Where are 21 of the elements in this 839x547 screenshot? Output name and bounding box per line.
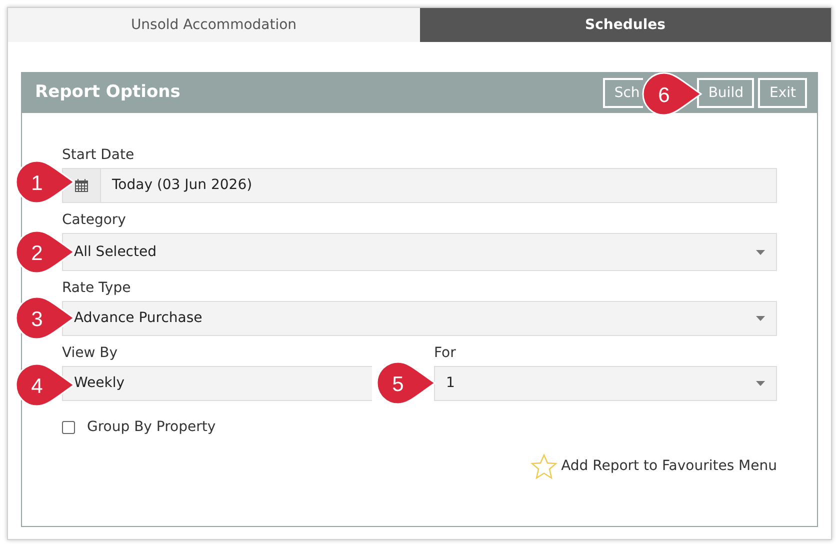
calendar-icon bbox=[75, 179, 88, 192]
field-label: For bbox=[434, 344, 456, 363]
caret-icon bbox=[756, 250, 765, 254]
dropdown[interactable]: Weekly bbox=[62, 366, 372, 401]
date-field[interactable]: Today (03 Jun 2026) bbox=[101, 168, 777, 203]
checkbox[interactable] bbox=[62, 421, 75, 434]
dropdown[interactable]: All Selected bbox=[62, 233, 777, 271]
tab[interactable]: Schedules bbox=[420, 8, 831, 42]
dropdown[interactable]: 1 bbox=[434, 366, 777, 401]
panel-title: Report Options bbox=[35, 81, 180, 104]
field-label: Rate Type bbox=[62, 279, 131, 298]
tab[interactable]: Unsold Accommodation bbox=[8, 8, 420, 42]
favourites-link[interactable]: Add Report to Favourites Menu bbox=[561, 456, 777, 477]
dropdown[interactable]: Advance Purchase bbox=[62, 301, 777, 336]
caret-icon bbox=[756, 316, 765, 321]
caret-icon bbox=[756, 381, 765, 386]
star-icon bbox=[531, 454, 558, 479]
field-label: View By bbox=[62, 344, 118, 363]
checkbox-label: Group By Property bbox=[87, 418, 216, 437]
date-addon[interactable] bbox=[62, 168, 101, 203]
field-label: Category bbox=[62, 211, 126, 230]
